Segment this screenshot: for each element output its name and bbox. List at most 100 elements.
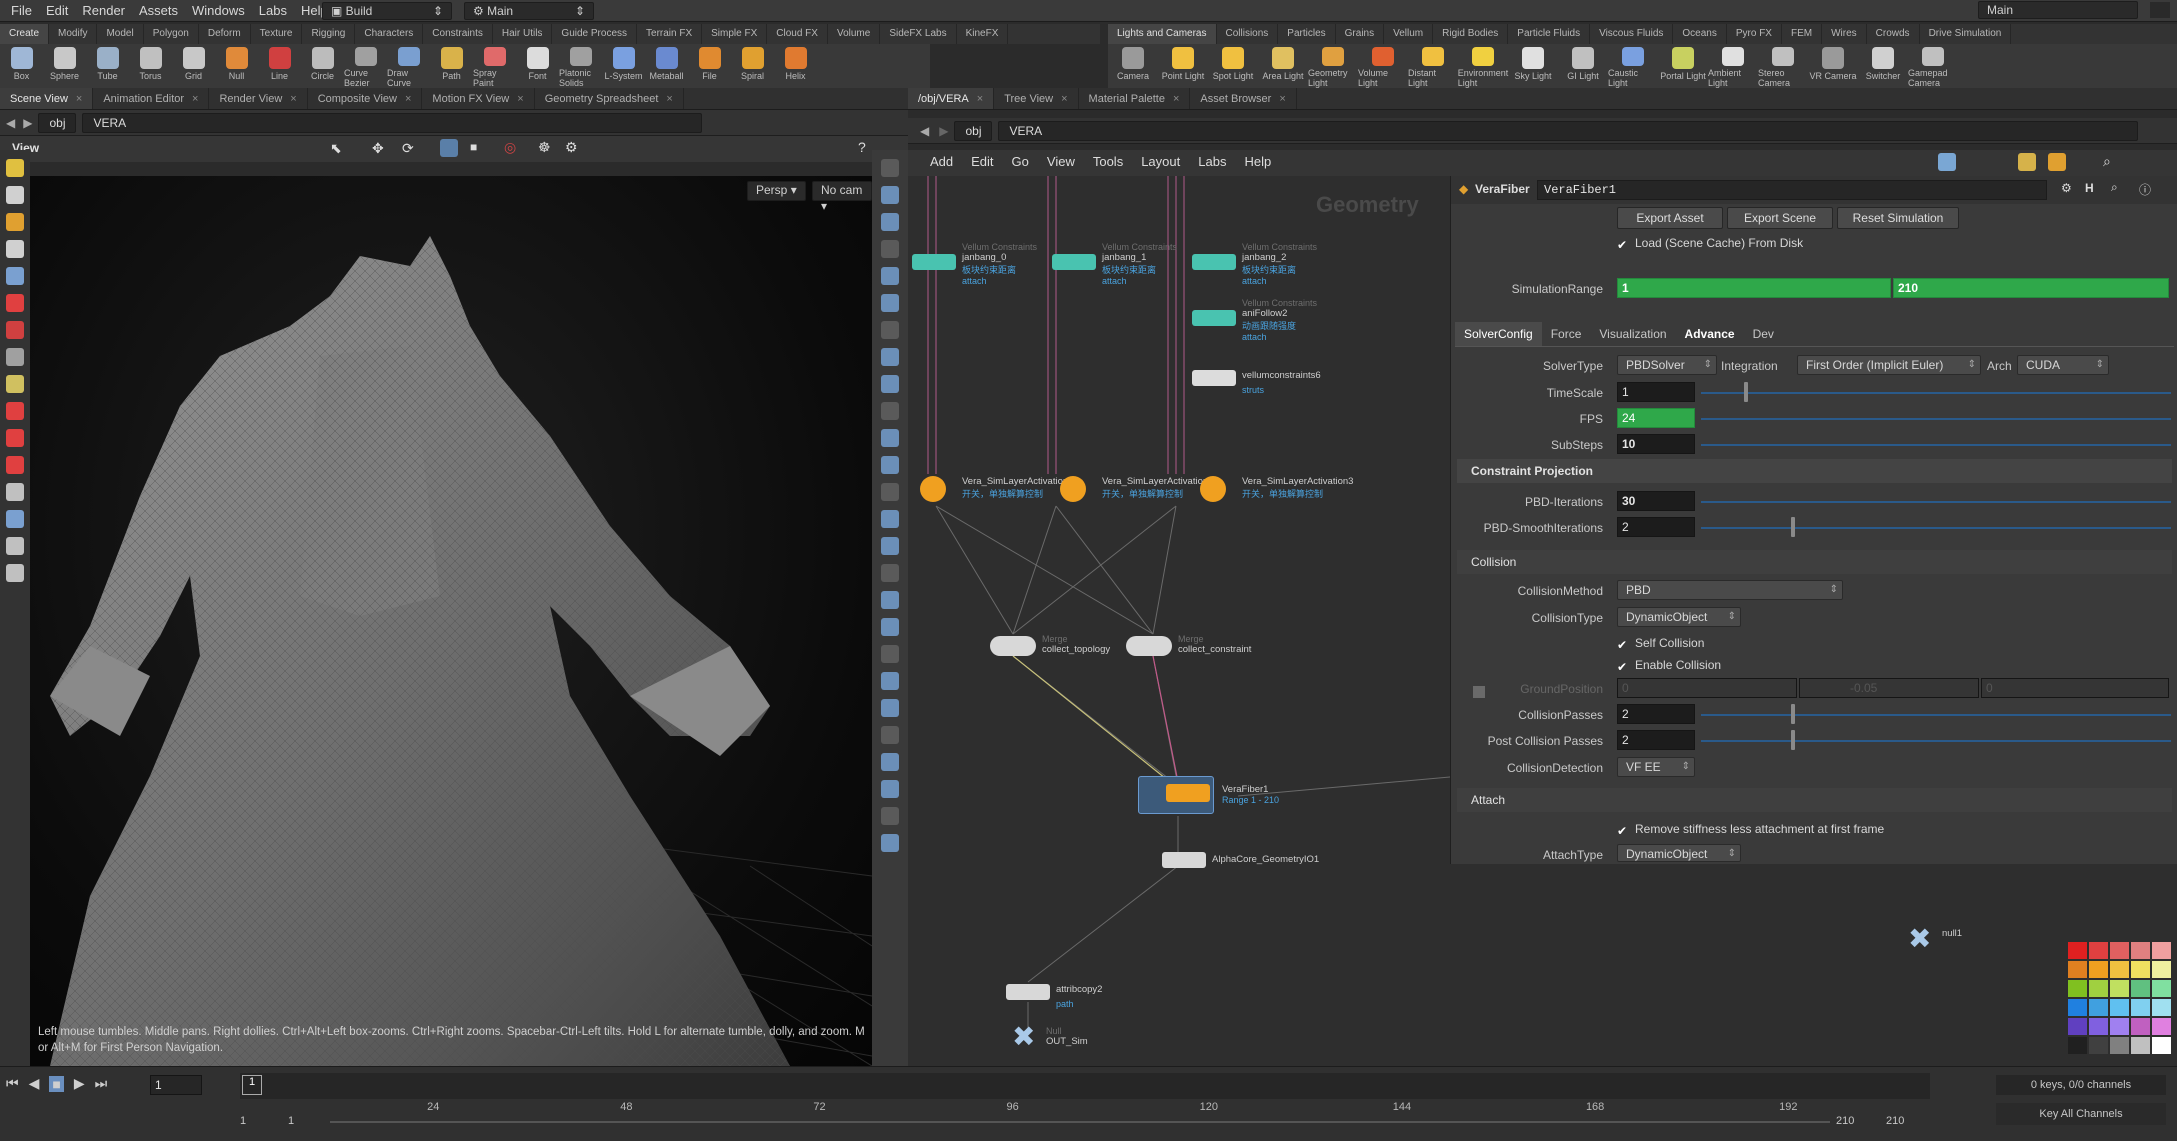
shelf-tab-terrain-fx[interactable]: Terrain FX — [637, 24, 703, 44]
collision-passes-field[interactable]: 2 — [1617, 704, 1695, 724]
node-body[interactable] — [912, 254, 956, 270]
param-tab-advance[interactable]: Advance — [1676, 322, 1744, 346]
tool-path[interactable]: Path — [430, 44, 473, 88]
network-menu-view[interactable]: View — [1047, 154, 1075, 169]
shelf-tab-particle-fluids[interactable]: Particle Fluids — [1508, 24, 1591, 44]
ground-z-field[interactable]: 0 — [1981, 678, 2169, 698]
palette-swatch[interactable] — [2089, 1018, 2108, 1035]
node-janbang-2[interactable]: Vellum Constraints janbang_2 板块约束距离 atta… — [1192, 242, 1317, 286]
tool-camera[interactable]: Camera — [1108, 44, 1158, 88]
left-tool-icon[interactable] — [6, 186, 24, 204]
palette-swatch[interactable] — [2152, 1018, 2171, 1035]
fps-slider[interactable] — [1701, 418, 2171, 420]
left-tool-icon[interactable] — [6, 429, 24, 447]
tool-vr-camera[interactable]: VR Camera — [1808, 44, 1858, 88]
shelf-tab-rigid-bodies[interactable]: Rigid Bodies — [1433, 24, 1509, 44]
shelf-tab-polygon[interactable]: Polygon — [144, 24, 199, 44]
display-option-icon[interactable] — [881, 753, 899, 771]
tab-scene-view[interactable]: Scene View × — [0, 88, 94, 109]
node-null1[interactable]: ✖ null1 — [1908, 923, 1962, 954]
node-name-field[interactable]: VeraFiber1 — [1537, 180, 2047, 200]
node-body[interactable] — [1192, 310, 1236, 326]
node-body[interactable] — [920, 476, 946, 502]
constraint-projection-section[interactable]: Constraint Projection — [1457, 459, 2172, 483]
palette-swatch[interactable] — [2110, 1018, 2129, 1035]
stop-icon[interactable]: ■ — [49, 1075, 64, 1092]
pbd-smooth-field[interactable]: 2 — [1617, 517, 1695, 537]
shelf-tab-kinefx[interactable]: KineFX — [957, 24, 1009, 44]
context-select[interactable]: ⚙ Main ⇕ — [464, 2, 594, 20]
tab-obj-vera[interactable]: /obj/VERA × — [908, 88, 995, 109]
collision-method-menu[interactable]: PBD ⇕ — [1617, 580, 1843, 600]
step-back-icon[interactable]: ◀ — [29, 1075, 40, 1092]
menu-labs[interactable]: Labs — [252, 0, 294, 22]
pbd-smooth-knob[interactable] — [1791, 517, 1795, 537]
desktop-select[interactable]: ▣ Build ⇕ — [322, 2, 452, 20]
shelf-tab-collisions[interactable]: Collisions — [1217, 24, 1279, 44]
node-body[interactable] — [1162, 852, 1206, 868]
display-option-icon[interactable] — [881, 429, 899, 447]
display-option-icon[interactable] — [881, 618, 899, 636]
palette-swatch[interactable] — [2089, 999, 2108, 1016]
remove-stiffness-checkbox[interactable]: ✔ Remove stiffness less attachment at fir… — [1617, 822, 1884, 837]
collision-detection-menu[interactable]: VF EE ⇕ — [1617, 757, 1695, 777]
display-option-icon[interactable] — [881, 672, 899, 690]
palette-swatch[interactable] — [2068, 1018, 2087, 1035]
shelf-tab-grains[interactable]: Grains — [1336, 24, 1385, 44]
display-option-icon[interactable] — [881, 483, 899, 501]
timescale-field[interactable]: 1 — [1617, 382, 1695, 402]
display-option-icon[interactable] — [881, 267, 899, 285]
shelf-tab-cloud-fx[interactable]: Cloud FX — [767, 24, 828, 44]
left-tool-icon[interactable] — [6, 483, 24, 501]
display-icon[interactable]: ■ — [470, 140, 477, 154]
palette-swatch[interactable] — [2110, 1037, 2129, 1054]
export-asset-button[interactable]: Export Asset — [1617, 207, 1723, 229]
node-janbang-0[interactable]: Vellum Constraints janbang_0 板块约束距离 atta… — [912, 242, 1037, 286]
palette-swatch[interactable] — [2152, 1037, 2171, 1054]
shelf-tab-lights-and-cameras[interactable]: Lights and Cameras — [1108, 24, 1217, 44]
display-option-icon[interactable] — [881, 780, 899, 798]
tool-file[interactable]: File — [688, 44, 731, 88]
left-tool-icon[interactable] — [6, 159, 24, 177]
left-tool-icon[interactable] — [6, 213, 24, 231]
tool-torus[interactable]: Torus — [129, 44, 172, 88]
shelf-tab-constraints[interactable]: Constraints — [423, 24, 493, 44]
display-option-icon[interactable] — [881, 807, 899, 825]
timeline-bar[interactable]: 1 — [240, 1073, 1930, 1099]
left-tool-icon[interactable] — [6, 348, 24, 366]
search-icon[interactable]: ⌕ — [2111, 180, 2118, 195]
node-body[interactable] — [990, 636, 1036, 656]
export-scene-button[interactable]: Export Scene — [1727, 207, 1833, 229]
post-collision-field[interactable]: 2 — [1617, 730, 1695, 750]
shelf-tab-drive-simulation[interactable]: Drive Simulation — [1920, 24, 2012, 44]
left-tool-icon[interactable] — [6, 375, 24, 393]
sim-range-start[interactable]: 1 — [1617, 278, 1891, 298]
attach-type-menu[interactable]: DynamicObject ⇕ — [1617, 844, 1741, 862]
param-tab-force[interactable]: Force — [1542, 322, 1591, 346]
range-start[interactable]: 1 — [240, 1115, 246, 1127]
display-option-icon[interactable] — [881, 213, 899, 231]
pbd-iterations-field[interactable]: 30 — [1617, 491, 1695, 511]
left-tool-icon[interactable] — [6, 240, 24, 258]
node-body[interactable] — [1192, 254, 1236, 270]
display-option-icon[interactable] — [881, 348, 899, 366]
enable-collision-checkbox[interactable]: ✔ Enable Collision — [1617, 658, 1721, 673]
network-menu-layout[interactable]: Layout — [1141, 154, 1180, 169]
minimize-button[interactable] — [2150, 2, 2170, 18]
palette-swatch[interactable] — [2152, 942, 2171, 959]
palette-swatch[interactable] — [2110, 961, 2129, 978]
palette-swatch[interactable] — [2131, 980, 2150, 997]
gear-icon[interactable]: ⚙ — [2061, 181, 2072, 195]
substeps-slider[interactable] — [1701, 444, 2171, 446]
left-tool-icon[interactable] — [6, 456, 24, 474]
shelf-tab-sidefx-labs[interactable]: SideFX Labs — [880, 24, 957, 44]
display-option-icon[interactable] — [881, 834, 899, 852]
breadcrumb-node[interactable]: VERA — [82, 112, 703, 133]
tool-l-system[interactable]: L-System — [602, 44, 645, 88]
tool-grid[interactable]: Grid — [172, 44, 215, 88]
shelf-tab-fem[interactable]: FEM — [1782, 24, 1823, 44]
node-body[interactable] — [1006, 984, 1050, 1000]
tool-platonic-solids[interactable]: Platonic Solids — [559, 44, 602, 88]
help-h-icon[interactable]: H — [2085, 181, 2094, 195]
palette-swatch[interactable] — [2152, 961, 2171, 978]
